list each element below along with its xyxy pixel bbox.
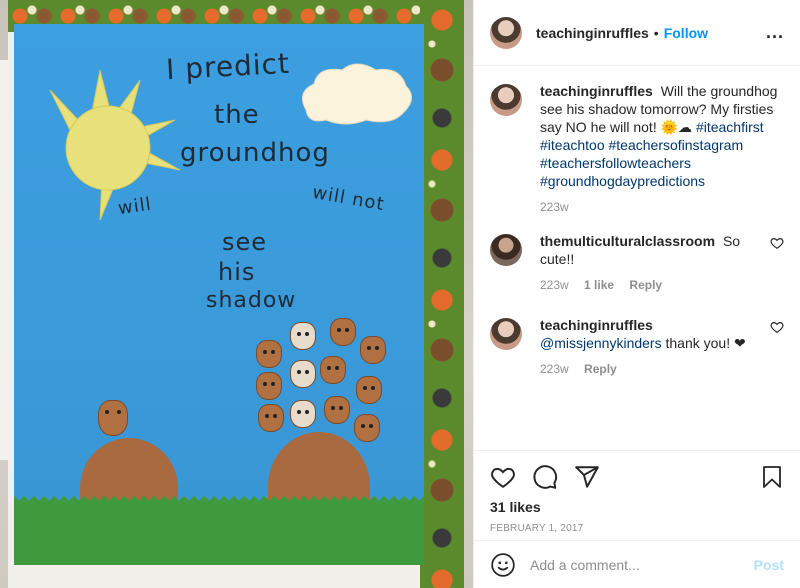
comment-meta: 223w 1 like Reply <box>540 276 762 294</box>
groundhog-cutout <box>258 404 284 432</box>
avatar[interactable] <box>490 234 522 266</box>
photo-text-his: his <box>218 258 256 286</box>
comment-meta: 223w Reply <box>540 360 762 378</box>
photo-text-the: the <box>214 100 260 130</box>
avatar[interactable] <box>490 318 522 350</box>
more-options-icon[interactable]: ... <box>766 22 784 43</box>
action-icons <box>490 457 784 497</box>
groundhog-cutout <box>324 396 350 424</box>
emoji-icon[interactable] <box>490 552 516 578</box>
photo-text-shadow: shadow <box>206 288 297 313</box>
groundhog-cutout <box>356 376 382 404</box>
groundhog-cutout <box>290 400 316 428</box>
header-username[interactable]: teachinginruffles <box>536 25 649 41</box>
likes-count[interactable]: 31 likes <box>490 499 784 515</box>
groundhog-cutout <box>290 322 316 350</box>
groundhog-cutout <box>320 356 346 384</box>
caption-time[interactable]: 223w <box>540 200 569 214</box>
caption-meta: 223w <box>540 198 784 216</box>
caption-username[interactable]: teachinginruffles <box>540 83 653 99</box>
header-separator: • <box>653 24 659 41</box>
post-header: teachinginruffles • Follow ... <box>474 0 800 66</box>
share-icon[interactable] <box>574 464 600 490</box>
comment-username[interactable]: themulticulturalclassroom <box>540 233 715 249</box>
comment-time[interactable]: 223w <box>540 362 569 376</box>
groundhog-cutout <box>330 318 356 346</box>
avatar[interactable] <box>490 84 522 116</box>
post-date[interactable]: FEBRUARY 1, 2017 <box>490 523 784 534</box>
photo-text-see: see <box>222 228 268 256</box>
heart-icon[interactable] <box>490 464 516 490</box>
follow-button[interactable]: Follow <box>664 25 708 41</box>
avatar[interactable] <box>490 16 522 49</box>
comment-input[interactable] <box>530 556 754 573</box>
groundhog-cutout <box>256 340 282 368</box>
bookmark-icon[interactable] <box>760 464 784 490</box>
photo-text-predict: I predict <box>165 46 291 87</box>
comment-text: thank you! ❤ <box>665 335 746 351</box>
comments-list[interactable]: teachinginruffles Will the groundhog see… <box>474 66 800 450</box>
groundhog-cutout <box>98 400 128 436</box>
caption-emoji: 🌞☁ <box>660 119 693 135</box>
groundhog-cutout <box>256 372 282 400</box>
comment-mention[interactable]: @missjennykinders <box>540 335 662 351</box>
comment-icon[interactable] <box>532 464 558 490</box>
post-button[interactable]: Post <box>754 557 784 573</box>
caption: teachinginruffles Will the groundhog see… <box>490 82 784 216</box>
heart-icon[interactable] <box>770 236 784 250</box>
post-side-panel: teachinginruffles • Follow ... teachingi… <box>473 0 800 588</box>
reply-button[interactable]: Reply <box>629 278 662 292</box>
list-item: themulticulturalclassroom So cute!! 223w… <box>490 232 784 294</box>
comment-username[interactable]: teachinginruffles <box>540 317 653 333</box>
groundhog-cutout <box>360 336 386 364</box>
comment-time[interactable]: 223w <box>540 278 569 292</box>
photo-grass <box>14 495 424 565</box>
comment-likes[interactable]: 1 like <box>584 278 614 292</box>
cloud-illustration <box>301 63 412 125</box>
reply-button[interactable]: Reply <box>584 362 617 376</box>
post-actions: 31 likes FEBRUARY 1, 2017 <box>474 450 800 534</box>
post-photo[interactable]: I predict the groundhog will will not se… <box>0 0 473 588</box>
list-item: teachinginruffles @missjennykinders than… <box>490 316 784 378</box>
photo-border-right <box>420 0 464 588</box>
groundhog-cutout <box>290 360 316 388</box>
groundhog-cutout <box>354 414 380 442</box>
heart-icon[interactable] <box>770 320 784 334</box>
add-comment-bar: Post <box>474 540 800 588</box>
photo-text-groundhog: groundhog <box>180 138 330 168</box>
